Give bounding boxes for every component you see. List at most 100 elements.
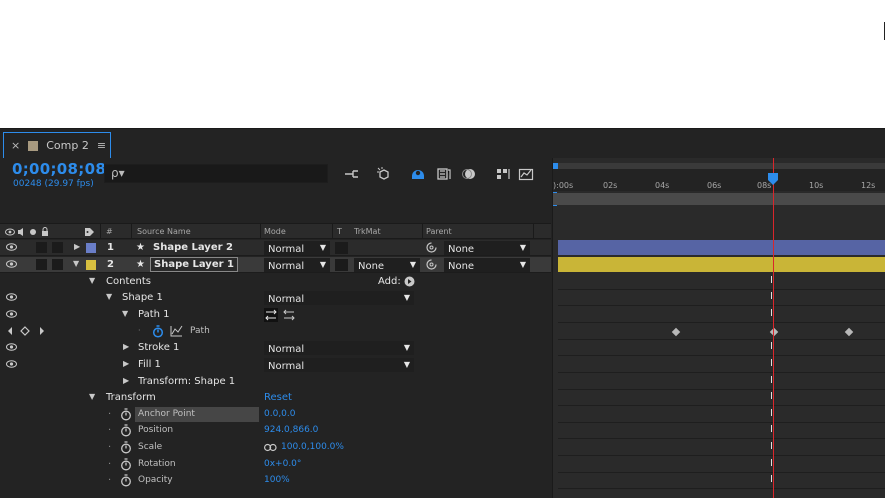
keyframe-navigator-icon[interactable] [7, 325, 47, 340]
layer-search-input[interactable]: ρ▾ [104, 164, 328, 183]
prop-shape-1[interactable]: ▼ Shape 1 Normal ▼ [0, 290, 551, 306]
col-mode[interactable]: Mode [264, 227, 286, 236]
prop-contents[interactable]: ▼ Contents Add: [0, 274, 551, 290]
chevron-down-icon: ▼ [403, 293, 410, 302]
timeline-graph[interactable]: ):00s 02s 04s 06s 08s 10s 12s I I I I I … [552, 158, 885, 498]
add-menu-icon[interactable] [404, 276, 415, 290]
graph-editor-icon[interactable] [516, 166, 536, 182]
layer-name-editing[interactable]: Shape Layer 1 [150, 257, 238, 272]
video-eye-icon[interactable] [6, 360, 17, 369]
shape-1-mode-value: Normal [268, 294, 305, 305]
prop-path[interactable]: · Path [0, 324, 551, 340]
rotation-value[interactable]: 0x+0.0° [264, 459, 301, 469]
layer-2-duration-bar[interactable] [558, 257, 885, 272]
parent-dropdown[interactable]: None ▼ [444, 241, 530, 255]
expand-chevron-icon[interactable]: ▶ [123, 376, 129, 385]
col-trkmat[interactable]: TrkMat [354, 227, 381, 236]
col-parent[interactable]: Parent [426, 227, 452, 236]
mode-value: Normal [268, 261, 305, 272]
video-eye-icon[interactable] [6, 243, 17, 252]
opacity-value[interactable]: 100% [264, 475, 290, 485]
lock-switch[interactable] [52, 259, 63, 270]
time-navigator-bar[interactable] [553, 163, 885, 169]
frame-blending-icon[interactable] [434, 166, 454, 182]
track-row [558, 440, 885, 456]
stopwatch-icon[interactable] [120, 441, 132, 457]
video-eye-icon[interactable] [6, 310, 17, 319]
video-eye-icon[interactable] [6, 260, 17, 269]
path-direction-icon[interactable] [264, 308, 298, 325]
preserve-transparency-switch[interactable] [335, 242, 348, 254]
fill-1-blend-dropdown[interactable]: Normal ▼ [264, 358, 414, 372]
prop-transform-shape-1[interactable]: ▶ Transform: Shape 1 [0, 374, 551, 390]
tab-bar: × Comp 2 ≡ [0, 129, 885, 158]
stopwatch-active-icon[interactable] [152, 325, 164, 341]
video-eye-icon[interactable] [6, 293, 17, 302]
composition-mini-flowchart-icon[interactable] [342, 166, 362, 182]
hide-shy-layers-icon[interactable] [408, 166, 428, 182]
prop-rotation[interactable]: · Rotation 0x+0.0° [0, 457, 551, 473]
expand-chevron-icon[interactable]: ▶ [123, 359, 129, 368]
parent-dropdown[interactable]: None ▼ [444, 258, 530, 272]
prop-path-1[interactable]: ▼ Path 1 [0, 307, 551, 323]
motion-blur-icon[interactable] [459, 166, 479, 182]
prop-transform[interactable]: ▼ Transform Reset [0, 390, 551, 406]
constrain-proportions-link-icon[interactable] [264, 443, 277, 455]
solo-switch[interactable] [36, 242, 47, 253]
layer-label-color[interactable] [86, 260, 96, 270]
tab-comp-2[interactable]: × Comp 2 ≡ [3, 132, 111, 158]
collapse-chevron-icon[interactable]: ▼ [106, 292, 112, 301]
lock-switch[interactable] [52, 242, 63, 253]
draft-3d-icon[interactable] [374, 166, 394, 182]
reset-link[interactable]: Reset [264, 392, 292, 403]
add-label: Add: [378, 276, 401, 287]
prop-fill-1[interactable]: ▶ Fill 1 Normal ▼ [0, 357, 551, 373]
stopwatch-icon[interactable] [120, 408, 132, 424]
anchor-point-value[interactable]: 0.0,0.0 [264, 409, 296, 419]
prop-scale[interactable]: · Scale 100.0,100.0% [0, 440, 551, 456]
collapse-chevron-icon[interactable]: ▼ [89, 276, 95, 285]
mode-dropdown[interactable]: Normal ▼ [264, 258, 330, 272]
track-row [558, 290, 885, 306]
work-area-bar[interactable] [553, 193, 885, 205]
chevron-down-icon: ▼ [319, 243, 326, 252]
scale-value[interactable]: 100.0,100.0% [281, 442, 344, 452]
prop-opacity[interactable]: · Opacity 100% [0, 473, 551, 489]
preserve-transparency-switch[interactable] [335, 259, 348, 271]
pickwhip-icon[interactable] [426, 242, 437, 256]
prop-stroke-1[interactable]: ▶ Stroke 1 Normal ▼ [0, 340, 551, 356]
stopwatch-icon[interactable] [120, 474, 132, 490]
stroke-1-blend-dropdown[interactable]: Normal ▼ [264, 341, 414, 355]
mode-dropdown[interactable]: Normal ▼ [264, 241, 330, 255]
current-time-indicator-handle[interactable] [767, 172, 779, 186]
expand-chevron-icon[interactable]: ▶ [123, 342, 129, 351]
layer-1-duration-bar[interactable] [558, 240, 885, 255]
position-label: Position [138, 425, 174, 435]
layer-row-2[interactable]: ▼ 2 ★ Shape Layer 1 Normal ▼ None ▼ None ▼ [0, 257, 551, 273]
prop-position[interactable]: · Position 924.0,866.0 [0, 423, 551, 439]
expand-chevron-icon[interactable]: ▶ [74, 242, 80, 251]
tab-close-icon[interactable]: × [11, 139, 20, 152]
time-ruler[interactable]: ):00s 02s 04s 06s 08s 10s 12s [553, 163, 885, 191]
graph-icon[interactable] [170, 325, 183, 340]
col-source-name[interactable]: Source Name [137, 227, 191, 236]
prop-anchor-point[interactable]: · Anchor Point 0.0,0.0 [0, 407, 551, 423]
stopwatch-icon[interactable] [120, 424, 132, 440]
video-eye-icon[interactable] [6, 343, 17, 352]
position-value[interactable]: 924.0,866.0 [264, 425, 318, 435]
collapse-chevron-icon[interactable]: ▼ [73, 259, 79, 268]
stopwatch-icon[interactable] [120, 458, 132, 474]
layer-label-color[interactable] [86, 243, 96, 253]
layer-row-1[interactable]: ▶ 1 ★ Shape Layer 2 Normal ▼ None ▼ [0, 240, 551, 256]
pickwhip-icon[interactable] [426, 259, 437, 273]
collapse-chevron-icon[interactable]: ▼ [89, 392, 95, 401]
current-timecode[interactable]: 0;00;08;08 [12, 160, 106, 178]
shape-1-blend-dropdown[interactable]: Normal ▼ [264, 291, 414, 305]
solo-switch[interactable] [36, 259, 47, 270]
layer-name[interactable]: Shape Layer 2 [153, 242, 233, 253]
collapse-chevron-icon[interactable]: ▼ [122, 309, 128, 318]
time-navigator-start-handle[interactable] [553, 163, 558, 169]
trkmat-dropdown[interactable]: None ▼ [354, 258, 420, 272]
graph-editor-toggle-icon[interactable] [494, 166, 514, 182]
tab-menu-icon[interactable]: ≡ [97, 139, 106, 152]
